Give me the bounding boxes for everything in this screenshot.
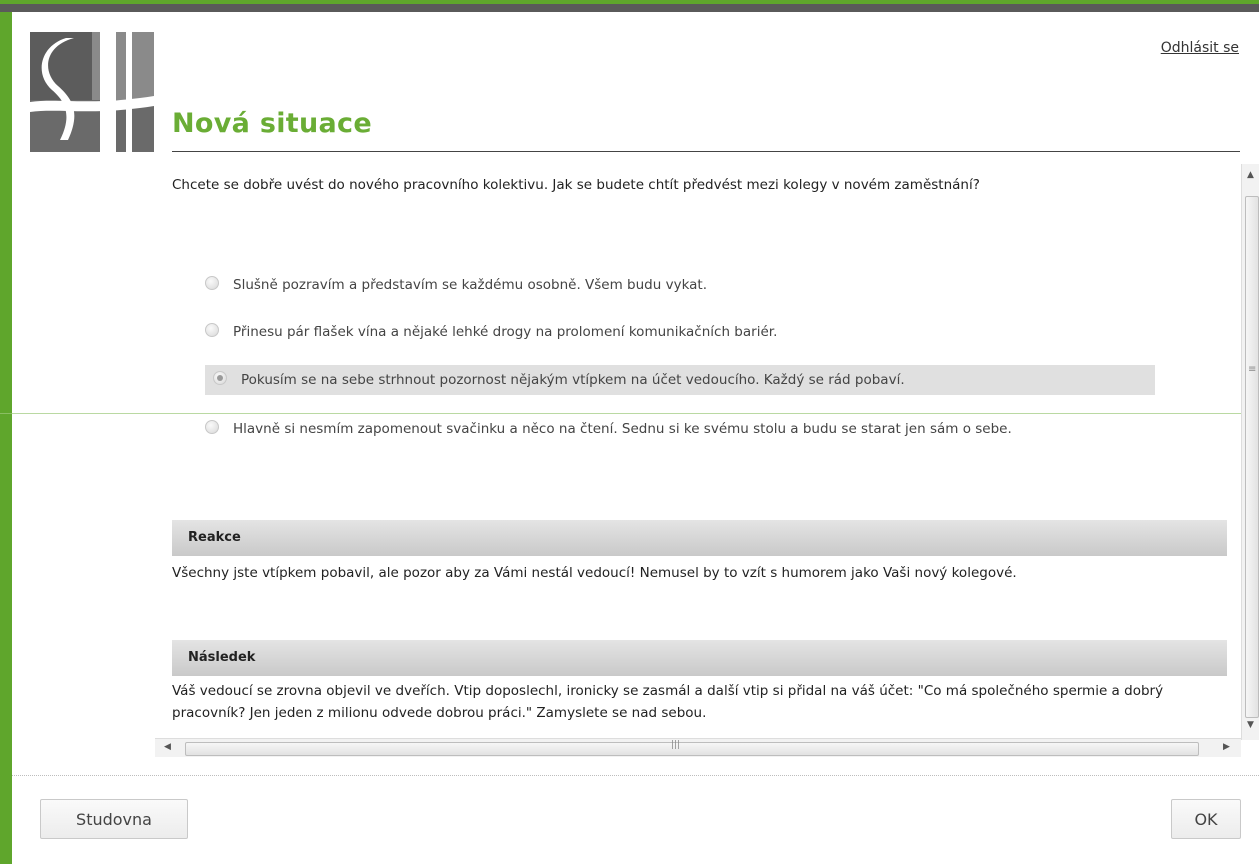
radio-button-selected[interactable]: [213, 371, 227, 385]
footer-divider: [12, 775, 1259, 776]
scroll-left-arrow-icon[interactable]: ◀: [164, 742, 171, 752]
question-text: Chcete se dobře uvést do nového pracovní…: [172, 177, 980, 193]
page-title: Nová situace: [172, 108, 372, 139]
answer-option-3[interactable]: Pokusím se na sebe strhnout pozornost ně…: [205, 365, 1155, 395]
top-border-accent: [0, 0, 1259, 4]
title-divider: [172, 151, 1240, 152]
answer-label: Přinesu pár flašek vína a nějaké lehké d…: [233, 324, 778, 340]
answer-label: Hlavně si nesmím zapomenout svačinku a n…: [233, 421, 1012, 437]
divider-line: [0, 413, 1259, 414]
horizontal-scrollbar[interactable]: ◀ ||| ▶: [155, 738, 1241, 757]
radio-button[interactable]: [205, 323, 219, 337]
ok-button[interactable]: OK: [1171, 799, 1241, 839]
reaction-heading: Reakce: [172, 520, 1227, 556]
answer-label: Slušně pozravím a představím se každému …: [233, 277, 708, 293]
vertical-scroll-thumb[interactable]: [1245, 196, 1259, 718]
logout-link[interactable]: Odhlásit se: [1161, 40, 1239, 56]
app-frame: Odhlásit se Nová situace Chcete se dobře…: [0, 0, 1259, 864]
horizontal-scroll-thumb[interactable]: [185, 742, 1199, 756]
reaction-text: Všechny jste vtípkem pobavil, ale pozor …: [172, 565, 1017, 581]
scroll-content: Chcete se dobře uvést do nového pracovní…: [155, 164, 1243, 740]
sh-logo-icon: [30, 32, 154, 152]
scroll-right-arrow-icon[interactable]: ▶: [1223, 742, 1230, 752]
top-border: [0, 0, 1259, 12]
answer-option-4[interactable]: Hlavně si nesmím zapomenout svačinku a n…: [205, 418, 1185, 440]
studovna-button[interactable]: Studovna: [40, 799, 188, 839]
scroll-grip-icon: |||: [671, 740, 681, 750]
scroll-grip-icon: ≡: [1248, 364, 1257, 375]
answer-option-1[interactable]: Slušně pozravím a představím se každému …: [205, 274, 1205, 296]
answer-option-2[interactable]: Přinesu pár flašek vína a nějaké lehké d…: [205, 321, 1205, 343]
consequence-text: Váš vedoucí se zrovna objevil ve dveřích…: [172, 683, 1164, 721]
consequence-heading: Následek: [172, 640, 1227, 676]
answer-label: Pokusím se na sebe strhnout pozornost ně…: [241, 372, 905, 388]
radio-button[interactable]: [205, 420, 219, 434]
vertical-scrollbar[interactable]: ▲ ≡ ▼: [1241, 164, 1259, 740]
scroll-up-arrow-icon[interactable]: ▲: [1247, 170, 1254, 180]
radio-button[interactable]: [205, 276, 219, 290]
scroll-down-arrow-icon[interactable]: ▼: [1247, 720, 1254, 730]
